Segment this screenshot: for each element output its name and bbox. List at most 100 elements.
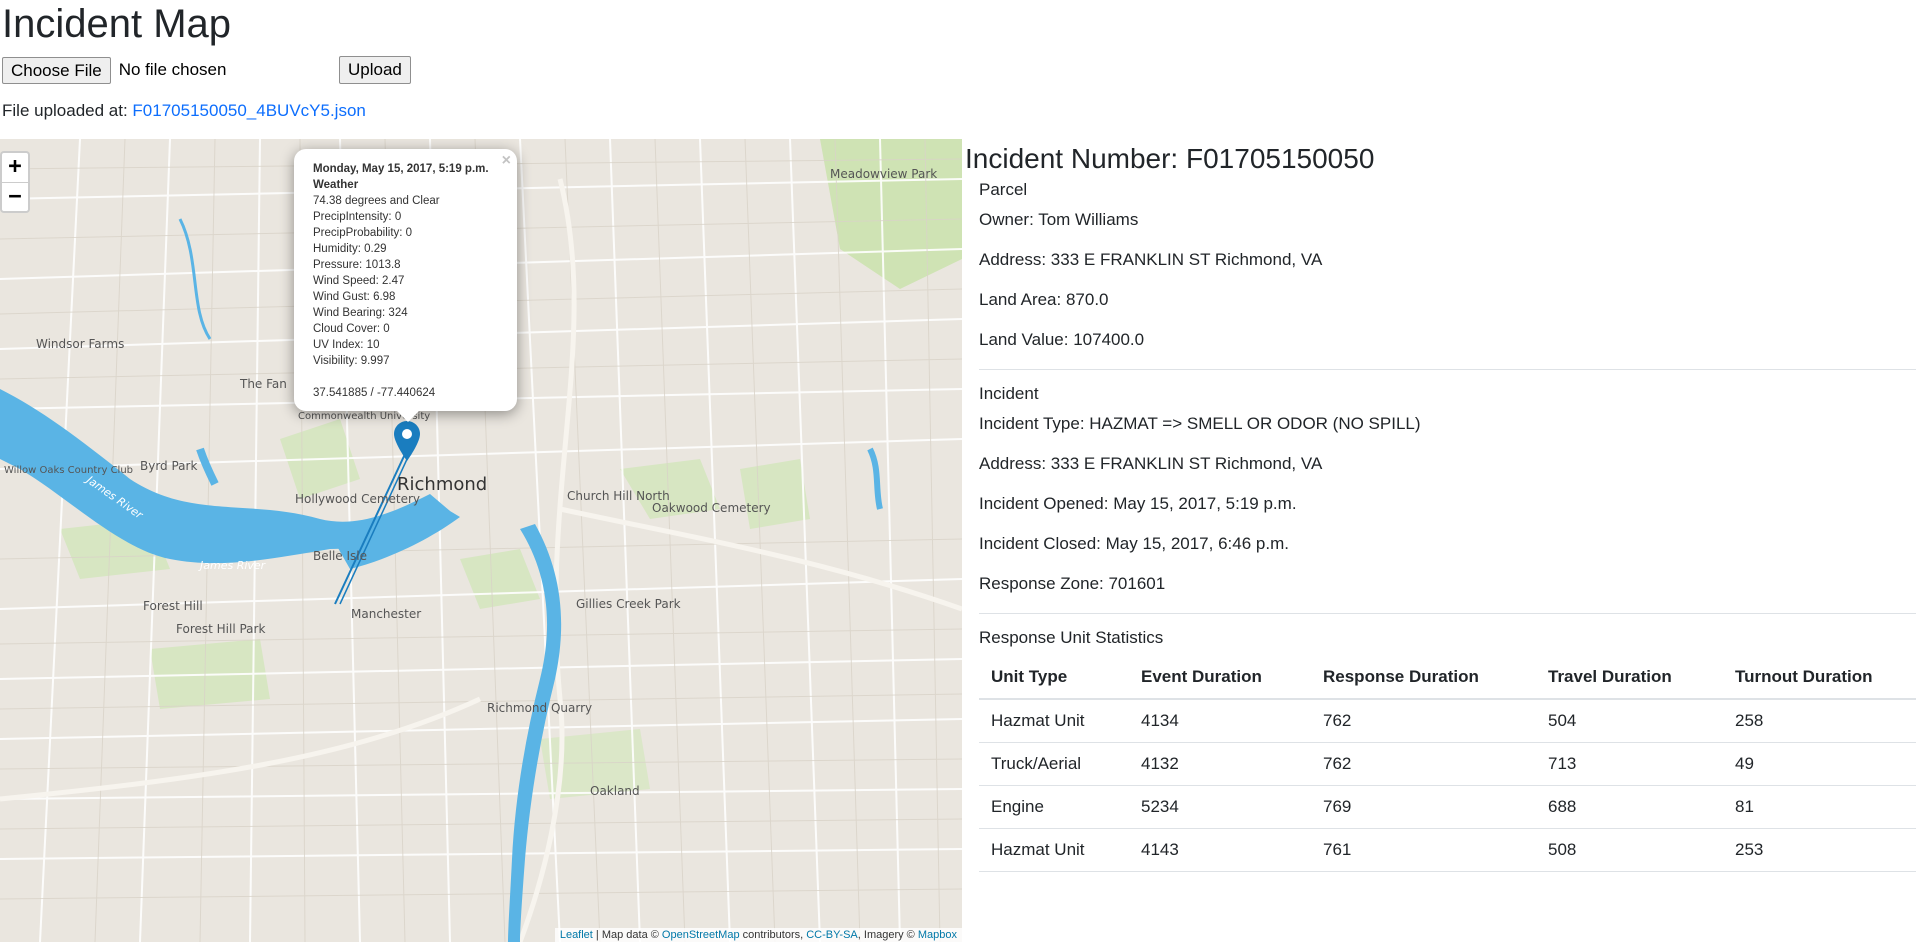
uploaded-file-line: File uploaded at: F01705150050_4BUVcY5.j… <box>2 101 366 121</box>
table-cell: 713 <box>1536 742 1723 786</box>
map-label-windsor-farms: Windsor Farms <box>36 337 125 351</box>
incident-heading: Incident <box>979 384 1039 403</box>
column-header: Travel Duration <box>1536 655 1723 700</box>
osm-link[interactable]: OpenStreetMap <box>662 929 740 941</box>
map-label-byrd-park: Byrd Park <box>140 459 198 473</box>
table-cell: 49 <box>1723 742 1916 786</box>
incident-closed: Incident Closed: May 15, 2017, 6:46 p.m. <box>979 534 1289 553</box>
map-label-forest-hill: Forest Hill <box>143 599 203 613</box>
divider <box>979 613 1916 614</box>
weather-popup: × Monday, May 15, 2017, 5:19 p.m. Weathe… <box>294 149 517 422</box>
popup-line: Wind Speed: 2.47 <box>313 275 405 287</box>
table-cell: 5234 <box>1129 785 1311 829</box>
divider <box>979 369 1916 370</box>
mapbox-link[interactable]: Mapbox <box>918 929 957 941</box>
incident-map[interactable]: Richmond Meadowview Park Windsor Farms T… <box>0 139 962 942</box>
table-cell: Engine <box>979 785 1129 829</box>
popup-line: Cloud Cover: 0 <box>313 323 390 335</box>
table-cell: 761 <box>1311 828 1536 872</box>
table-row: Truck/Aerial 4132 762 713 49 <box>979 742 1916 786</box>
parcel-owner: Owner: Tom Williams <box>979 210 1139 229</box>
table-cell: 4134 <box>1129 699 1311 743</box>
units-section: Response Unit Statistics <box>979 628 1916 648</box>
table-cell: 762 <box>1311 742 1536 786</box>
column-header: Event Duration <box>1129 655 1311 700</box>
map-label-gillies-creek: Gillies Creek Park <box>576 597 681 611</box>
map-label-manchester: Manchester <box>351 607 422 621</box>
table-cell: 4143 <box>1129 828 1311 872</box>
attribution-text: contributors, <box>739 929 807 941</box>
popup-line: Humidity: 0.29 <box>313 243 387 255</box>
table-cell: 258 <box>1723 699 1916 743</box>
table-row: Hazmat Unit 4143 761 508 253 <box>979 828 1916 872</box>
incident-title: Incident Number: F01705150050 <box>965 143 1375 174</box>
map-label-hollywood-cemetery: Hollywood Cemetery <box>295 492 421 506</box>
popup-spacer <box>313 369 503 385</box>
uploaded-prefix: File uploaded at: <box>2 101 133 120</box>
license-link[interactable]: CC-BY-SA <box>806 929 858 941</box>
leaflet-link[interactable]: Leaflet <box>560 929 593 941</box>
incident-section: Incident Incident Type: HAZMAT => SMELL … <box>979 384 1916 593</box>
column-header: Turnout Duration <box>1723 655 1916 700</box>
incident-address: Address: 333 E FRANKLIN ST Richmond, VA <box>979 454 1323 473</box>
parcel-heading: Parcel <box>979 180 1028 199</box>
map-label-the-fan: The Fan <box>240 377 287 391</box>
map-label-james-river-1: James River <box>200 559 266 572</box>
map-label-belle-isle: Belle Isle <box>313 549 367 563</box>
parcel-land-value: Land Value: 107400.0 <box>979 330 1145 349</box>
page-title: Incident Map <box>2 2 232 46</box>
popup-weather-heading: Weather <box>313 179 359 191</box>
popup-datetime: Monday, May 15, 2017, 5:19 p.m. <box>313 163 489 175</box>
units-heading: Response Unit Statistics <box>979 628 1164 647</box>
map-label-richmond-quarry: Richmond Quarry <box>487 701 593 715</box>
popup-line: Visibility: 9.997 <box>313 355 390 367</box>
incident-marker-icon[interactable] <box>394 421 420 466</box>
popup-line: Wind Gust: 6.98 <box>313 291 396 303</box>
uploaded-file-link[interactable]: F01705150050_4BUVcY5.json <box>132 101 365 120</box>
table-header-row: Unit Type Event Duration Response Durati… <box>979 655 1916 700</box>
response-zone: Response Zone: 701601 <box>979 574 1166 593</box>
zoom-control: + − <box>0 151 30 213</box>
table-cell: Hazmat Unit <box>979 828 1129 872</box>
map-label-meadowview: Meadowview Park <box>830 167 938 181</box>
map-label-oakwood-cemetery: Oakwood Cemetery <box>652 501 771 515</box>
table-row: Hazmat Unit 4134 762 504 258 <box>979 699 1916 743</box>
table-cell: 769 <box>1311 785 1536 829</box>
table-cell: 81 <box>1723 785 1916 829</box>
attribution-text: , Imagery © <box>857 929 918 941</box>
parcel-address: Address: 333 E FRANKLIN ST Richmond, VA <box>979 250 1323 269</box>
table-cell: Hazmat Unit <box>979 699 1129 743</box>
popup-line: Pressure: 1013.8 <box>313 259 401 271</box>
choose-file-button[interactable]: Choose File <box>2 56 111 84</box>
popup-tip <box>396 410 420 422</box>
zoom-in-button[interactable]: + <box>2 153 28 182</box>
popup-line: UV Index: 10 <box>313 339 380 351</box>
column-header: Response Duration <box>1311 655 1536 700</box>
column-header: Unit Type <box>979 655 1129 700</box>
file-status-text: No file chosen <box>118 60 227 79</box>
table-cell: 508 <box>1536 828 1723 872</box>
upload-button[interactable]: Upload <box>339 56 411 84</box>
popup-line: PrecipIntensity: 0 <box>313 211 402 223</box>
zoom-out-button[interactable]: − <box>2 182 28 211</box>
parcel-land-area: Land Area: 870.0 <box>979 290 1109 309</box>
incident-panel: Incident Number: F01705150050 Parcel Own… <box>965 139 1916 942</box>
map-label-oakland: Oakland <box>590 784 640 798</box>
table-row: Engine 5234 769 688 81 <box>979 785 1916 829</box>
map-label-forest-hill-park: Forest Hill Park <box>176 622 266 636</box>
unit-stats-table: Unit Type Event Duration Response Durati… <box>979 655 1916 872</box>
file-upload-form: Choose File No file chosen Upload <box>2 56 411 84</box>
popup-line: 74.38 degrees and Clear <box>313 195 440 207</box>
parcel-section: Parcel Owner: Tom Williams Address: 333 … <box>979 180 1916 349</box>
table-cell: 253 <box>1723 828 1916 872</box>
popup-line: PrecipProbability: 0 <box>313 227 413 239</box>
popup-line: Wind Bearing: 324 <box>313 307 408 319</box>
map-label-willow-oaks: Willow Oaks Country Club <box>4 465 134 476</box>
table-cell: 762 <box>1311 699 1536 743</box>
map-attribution: Leaflet | Map data © OpenStreetMap contr… <box>554 928 962 942</box>
table-cell: 504 <box>1536 699 1723 743</box>
popup-coords: 37.541885 / -77.440624 <box>313 387 436 399</box>
popup-close-icon[interactable]: × <box>502 153 511 169</box>
attribution-text: | Map data © <box>592 929 662 941</box>
table-cell: Truck/Aerial <box>979 742 1129 786</box>
